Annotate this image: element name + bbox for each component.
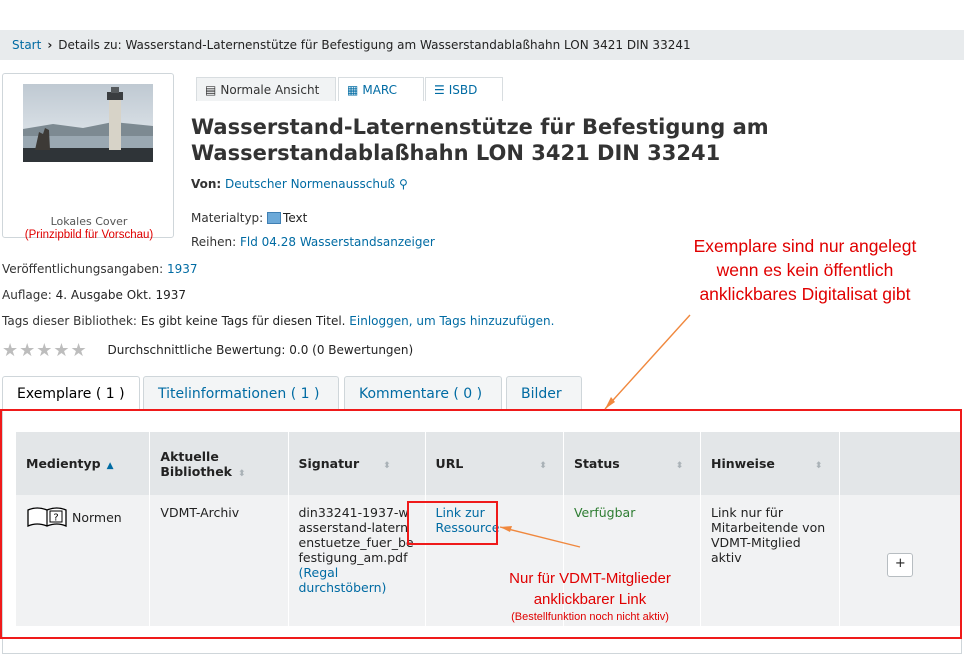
annotation-link-box (407, 501, 498, 545)
author-label: Von: (191, 177, 222, 191)
tab-bilder[interactable]: Bilder (506, 376, 582, 410)
tab-kommentare[interactable]: Kommentare ( 0 ) (344, 376, 502, 410)
record-title-line-2: Wasserstandablaßhahn LON 3421 DIN 33241 (191, 141, 721, 165)
search-icon[interactable]: ⚲ (399, 177, 408, 191)
annotation-exemplare: Exemplare sind nur angelegt wenn es kein… (640, 234, 964, 306)
tab-exemplare[interactable]: Exemplare ( 1 ) (2, 376, 140, 410)
tab-marc[interactable]: ▦ MARC (338, 77, 424, 101)
annotation-link: Nur für VDMT-Mitglieder anklickbarer Lin… (450, 568, 730, 624)
tags-line: Tags dieser Bibliothek: Es gibt keine Ta… (2, 314, 554, 328)
annotation-text: wenn es kein öffentlich (716, 260, 894, 280)
edition-label: Auflage: (2, 288, 52, 302)
list-icon: ☰ (434, 83, 445, 97)
breadcrumb: Start › Details zu: Wasserstand-Laternenst… (0, 30, 964, 60)
text-material-icon (267, 212, 282, 224)
annotation-text: anklickbares Digitalisat gibt (699, 284, 911, 304)
publication-label: Veröffentlichungsangaben: (2, 262, 164, 276)
tab-isbd[interactable]: ☰ ISBD (425, 77, 503, 101)
tags-text: Es gibt keine Tags für diesen Titel. (140, 314, 346, 328)
annotation-text: (Bestellfunktion noch nicht aktiv) (511, 611, 669, 623)
publication-year-link[interactable]: 1937 (167, 262, 198, 276)
cover-preview-note: (Prinzipbild für Vorschau) (24, 229, 154, 241)
breadcrumb-separator-icon: › (47, 38, 53, 52)
edition-value: 4. Ausgabe Okt. 1937 (55, 288, 186, 302)
tab-normal-view-label: Normale Ansicht (220, 83, 320, 97)
breadcrumb-current: Details zu: Wasserstand-Laternenstütze f… (58, 38, 691, 52)
annotation-text: anklickbarer Link (533, 591, 647, 608)
cover-label: Lokales Cover (50, 215, 128, 228)
material-type-label: Materialtyp: (191, 211, 264, 225)
series-link[interactable]: Fld 04.28 Wasserstandsanzeiger (240, 235, 435, 249)
edition-line: Auflage: 4. Ausgabe Okt. 1937 (2, 288, 186, 302)
material-type-line: Materialtyp: Text (191, 211, 307, 225)
publication-line: Veröffentlichungsangaben: 1937 (2, 262, 198, 276)
list-box-icon: ▦ (347, 83, 359, 97)
record-title-line-1: Wasserstand-Laternenstütze für Befestigu… (191, 115, 769, 139)
annotation-text: Exemplare sind nur angelegt (693, 236, 917, 256)
tab-isbd-label: ISBD (448, 83, 478, 97)
breadcrumb-start-link[interactable]: Start (12, 38, 41, 52)
series-line: Reihen: Fld 04.28 Wasserstandsanzeiger (191, 235, 435, 249)
material-type-value: Text (283, 211, 308, 225)
tags-label: Tags dieser Bibliothek: (2, 314, 137, 328)
login-tags-link[interactable]: Einloggen, um Tags hinzuzufügen. (349, 314, 554, 328)
tab-marc-label: MARC (362, 83, 398, 97)
cover-image-box[interactable]: Lokales Cover (2, 73, 174, 238)
record-title: Wasserstand-Laternenstütze für Befestigu… (191, 114, 831, 166)
document-icon: ▤ (205, 83, 217, 97)
series-label: Reihen: (191, 235, 237, 249)
tab-normal-view[interactable]: ▤ Normale Ansicht (196, 77, 336, 101)
author-line: Von: Deutscher Normenausschuß ⚲ (191, 177, 408, 191)
tab-titelinformationen[interactable]: Titelinformationen ( 1 ) (143, 376, 339, 410)
cover-image (23, 84, 153, 162)
author-link[interactable]: Deutscher Normenausschuß (225, 177, 395, 191)
rating-stars[interactable]: ★★★★★ (2, 340, 88, 361)
rating-text: Durchschnittliche Bewertung: 0.0 (0 Bewe… (107, 343, 414, 357)
rating-line: ★★★★★ Durchschnittliche Bewertung: 0.0 (… (2, 340, 413, 361)
annotation-text: Nur für VDMT-Mitglieder (509, 570, 671, 587)
